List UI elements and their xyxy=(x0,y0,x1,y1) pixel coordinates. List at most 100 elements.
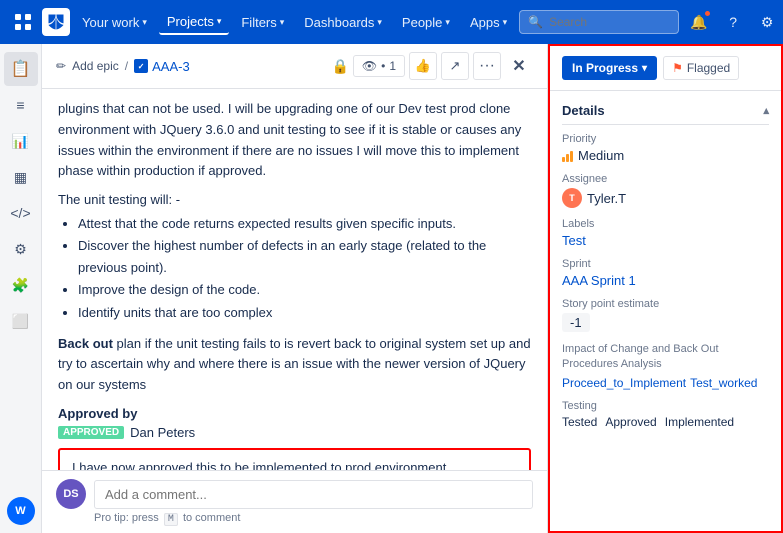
approver-name: Dan Peters xyxy=(130,425,195,440)
impact-link-2[interactable]: Test_worked xyxy=(690,376,757,390)
details-header[interactable]: Details ▴ xyxy=(562,97,769,125)
sidebar-icon-timeline[interactable]: 📊 xyxy=(4,124,38,158)
chevron-down-icon: ▾ xyxy=(642,63,647,74)
nav-dashboards[interactable]: Dashboards ▾ xyxy=(296,11,390,34)
chevron-icon: ▾ xyxy=(142,17,147,28)
sidebar-avatar[interactable]: W xyxy=(7,497,35,525)
testing-tag-2: Approved xyxy=(605,415,656,429)
search-icon: 🔍 xyxy=(528,15,543,29)
chevron-icon: ▾ xyxy=(280,17,285,28)
approved-by-label: Approved by xyxy=(58,406,531,421)
chevron-up-icon: ▴ xyxy=(763,104,769,117)
bar-icon: ▦ xyxy=(14,169,27,186)
header-actions: 🔒 👁 • 1 👍 ↗ ··· ✕ xyxy=(331,52,533,80)
chevron-icon: ▾ xyxy=(377,17,382,28)
issue-tag-icon: ✓ xyxy=(134,59,148,73)
sidebar-icon-list[interactable]: ≡ xyxy=(4,88,38,122)
search-bar[interactable]: 🔍 xyxy=(519,10,679,34)
testing-tag-1: Tested xyxy=(562,415,597,429)
code-icon: </> xyxy=(10,205,30,221)
sprint-value[interactable]: AAA Sprint 1 xyxy=(562,273,769,288)
edit-icon: ✏ xyxy=(56,59,66,73)
nav-your-work[interactable]: Your work ▾ xyxy=(74,11,155,34)
nav-filters[interactable]: Filters ▾ xyxy=(233,11,292,34)
priority-row: Priority Medium xyxy=(562,133,769,163)
grid-icon[interactable] xyxy=(8,7,38,37)
impact-links: Proceed_to_Implement Test_worked xyxy=(562,376,769,390)
priority-value: Medium xyxy=(562,148,769,163)
story-value[interactable]: -1 xyxy=(562,313,590,332)
list-item: Improve the design of the code. xyxy=(78,279,531,301)
sidebar-icon-settings[interactable]: ⚙ xyxy=(4,232,38,266)
share-button[interactable]: ↗ xyxy=(441,52,469,80)
list-item: Discover the highest number of defects i… xyxy=(78,235,531,279)
right-panel: In Progress ▾ ⚑ Flagged Details ▴ Priori… xyxy=(548,44,783,533)
comment-input[interactable] xyxy=(94,480,533,509)
story-label: Story point estimate xyxy=(562,298,769,310)
topnav: Your work ▾ Projects ▾ Filters ▾ Dashboa… xyxy=(0,0,783,44)
priority-label: Priority xyxy=(562,133,769,145)
sidebar-icon-code[interactable]: </> xyxy=(4,196,38,230)
content-body: plugins that can not be used. I will be … xyxy=(42,89,547,470)
highlight-box: I have now approved this to be implement… xyxy=(58,448,531,470)
issue-header: ✏ Add epic / ✓ AAA-3 🔒 👁 • 1 👍 ↗ ··· ✕ xyxy=(42,44,547,89)
list-item: Attest that the code returns expected re… xyxy=(78,213,531,235)
left-panel: ✏ Add epic / ✓ AAA-3 🔒 👁 • 1 👍 ↗ ··· ✕ xyxy=(42,44,548,533)
impact-row: Impact of Change and Back Out Procedures… xyxy=(562,342,769,390)
impact-link-1[interactable]: Proceed_to_Implement xyxy=(562,376,686,390)
labels-value[interactable]: Test xyxy=(562,233,769,248)
approved-by-section: Approved by APPROVED Dan Peters xyxy=(58,406,531,440)
chevron-icon: ▾ xyxy=(503,17,508,28)
comment-area: DS Pro tip: press M to comment xyxy=(42,470,547,533)
watch-button[interactable]: 👁 • 1 xyxy=(353,55,405,77)
keyboard-shortcut: M xyxy=(164,513,178,526)
status-bar: In Progress ▾ ⚑ Flagged xyxy=(550,46,781,91)
assignee-label: Assignee xyxy=(562,173,769,185)
eye-icon: 👁 xyxy=(362,59,377,73)
watch-count: 1 xyxy=(389,59,396,73)
logo[interactable] xyxy=(42,8,70,36)
flag-icon: ⚑ xyxy=(672,61,683,75)
testing-row: Testing Tested Approved Implemented xyxy=(562,400,769,429)
sidebar: 📋 ≡ 📊 ▦ </> ⚙ 🧩 ⬜ W xyxy=(0,44,42,533)
assignee-avatar: T xyxy=(562,188,582,208)
search-input[interactable] xyxy=(549,15,670,29)
labels-row: Labels Test xyxy=(562,218,769,248)
settings2-icon: ⚙ xyxy=(14,241,27,258)
thumbs-up-button[interactable]: 👍 xyxy=(409,52,437,80)
sidebar-icon-bar[interactable]: ▦ xyxy=(4,160,38,194)
board-icon: 📋 xyxy=(11,59,31,79)
back-out-text: Back out plan if the unit testing fails … xyxy=(58,334,531,396)
sidebar-icon-box[interactable]: ⬜ xyxy=(4,304,38,338)
sprint-label: Sprint xyxy=(562,258,769,270)
status-button[interactable]: In Progress ▾ xyxy=(562,56,657,80)
sidebar-icon-puzzle[interactable]: 🧩 xyxy=(4,268,38,302)
issue-tag[interactable]: ✓ AAA-3 xyxy=(134,59,190,74)
close-button[interactable]: ✕ xyxy=(505,52,533,80)
assignee-value: T Tyler.T xyxy=(562,188,769,208)
sidebar-icon-board[interactable]: 📋 xyxy=(4,52,38,86)
notifications-icon[interactable]: 🔔 xyxy=(685,8,713,36)
box-icon: ⬜ xyxy=(12,313,29,330)
nav-projects[interactable]: Projects ▾ xyxy=(159,10,230,35)
testing-label: Testing xyxy=(562,400,769,412)
sprint-row: Sprint AAA Sprint 1 xyxy=(562,258,769,288)
list-icon: ≡ xyxy=(16,97,24,113)
flagged-button[interactable]: ⚑ Flagged xyxy=(663,56,739,80)
description-text: plugins that can not be used. I will be … xyxy=(58,99,531,182)
chevron-icon: ▾ xyxy=(445,17,450,28)
lock-icon[interactable]: 🔒 xyxy=(331,58,348,75)
comment-hint: Pro tip: press M to comment xyxy=(56,512,533,525)
list-item: Identify units that are too complex xyxy=(78,302,531,324)
timeline-icon: 📊 xyxy=(12,133,29,150)
more-button[interactable]: ··· xyxy=(473,52,501,80)
assignee-row: Assignee T Tyler.T xyxy=(562,173,769,208)
story-row: Story point estimate -1 xyxy=(562,298,769,332)
nav-apps[interactable]: Apps ▾ xyxy=(462,11,515,34)
puzzle-icon: 🧩 xyxy=(12,277,29,294)
breadcrumb-add-epic[interactable]: Add epic xyxy=(72,59,119,73)
settings-icon[interactable]: ⚙ xyxy=(753,8,781,36)
unit-testing-intro: The unit testing will: - xyxy=(58,192,531,207)
help-icon[interactable]: ? xyxy=(719,8,747,36)
nav-people[interactable]: People ▾ xyxy=(394,11,458,34)
